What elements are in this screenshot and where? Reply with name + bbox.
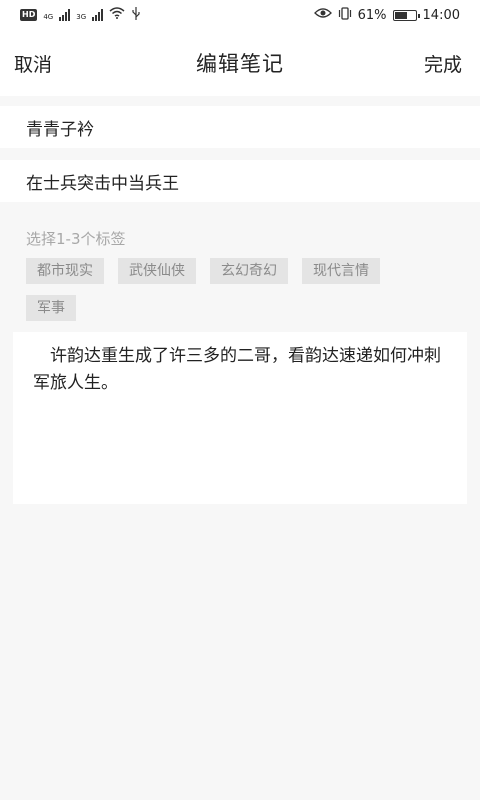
usb-icon <box>131 6 141 24</box>
note-title-field[interactable]: 青青子衿 <box>0 106 480 148</box>
battery-fill <box>394 11 407 19</box>
tag-chip[interactable]: 武侠仙侠 <box>118 258 196 284</box>
status-time: 14:00 <box>422 7 460 23</box>
vibrate-icon <box>338 6 352 24</box>
tag-list: 都市现实 武侠仙侠 玄幻奇幻 现代言情 军事 <box>26 258 426 321</box>
signal-icon <box>59 9 71 21</box>
book-name-field[interactable]: 在士兵突击中当兵王 <box>0 160 480 202</box>
top-navigation-bar: 取消 编辑笔记 完成 <box>0 30 480 96</box>
signal-icon-2 <box>92 9 104 21</box>
status-bar-right: 61% 14:00 <box>313 6 460 24</box>
eye-icon <box>313 7 332 23</box>
note-title-input[interactable]: 青青子衿 <box>26 115 94 140</box>
network-type-3g: 3G <box>76 12 87 21</box>
network-type-4g: 4G <box>43 12 54 21</box>
cancel-button[interactable]: 取消 <box>14 50 52 77</box>
note-content-area[interactable]: 许韵达重生成了许三多的二哥，看韵达速递如何冲刺军旅人生。 <box>13 332 467 504</box>
tag-chip[interactable]: 玄幻奇幻 <box>210 258 288 284</box>
battery-percent: 61% <box>357 7 387 23</box>
status-bar: HD 4G 3G 61% 14:00 <box>0 0 480 30</box>
done-button[interactable]: 完成 <box>424 50 462 77</box>
wifi-icon <box>109 7 125 23</box>
status-bar-left: HD 4G 3G <box>20 6 141 24</box>
page-title: 编辑笔记 <box>196 52 284 76</box>
note-content-text[interactable]: 许韵达重生成了许三多的二哥，看韵达速递如何冲刺军旅人生。 <box>33 343 447 397</box>
tag-chip[interactable]: 都市现实 <box>26 258 104 284</box>
battery-icon <box>392 9 420 21</box>
hd-icon: HD <box>20 9 38 21</box>
tag-chip[interactable]: 现代言情 <box>302 258 380 284</box>
tags-section: 选择1-3个标签 都市现实 武侠仙侠 玄幻奇幻 现代言情 军事 <box>0 212 480 324</box>
tags-hint-label: 选择1-3个标签 <box>26 230 126 248</box>
book-name-input[interactable]: 在士兵突击中当兵王 <box>26 169 179 194</box>
tag-chip[interactable]: 军事 <box>26 295 76 321</box>
